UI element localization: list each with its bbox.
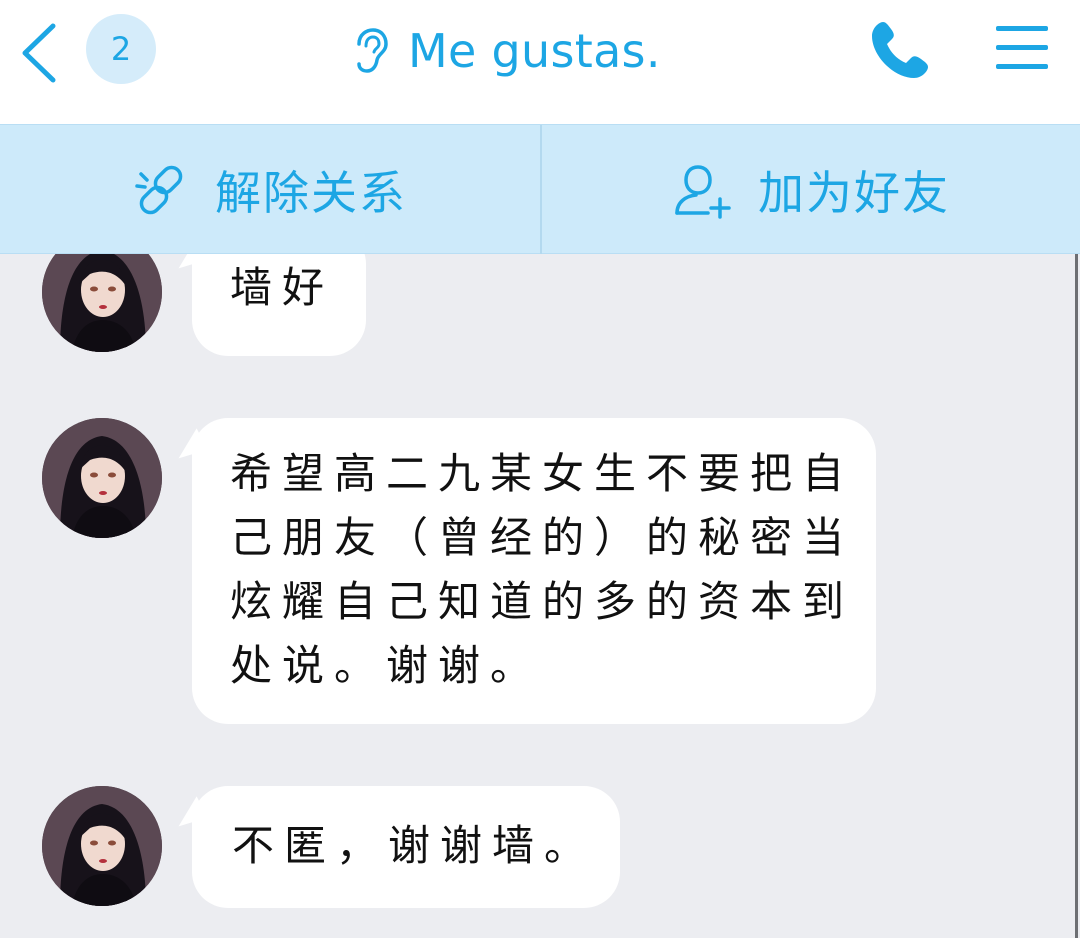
message-text: 不匿，谢谢墙。: [232, 821, 597, 870]
back-button[interactable]: [14, 18, 64, 88]
message-list[interactable]: 墙好 希望高二九某女生不要把自己朋友（曾经的）的秘密当炫耀自己知道的多的资本到处…: [0, 254, 1080, 938]
message-bubble[interactable]: 希望高二九某女生不要把自己朋友（曾经的）的秘密当炫耀自己知道的多的资本到处说。谢…: [192, 418, 876, 724]
call-button[interactable]: [866, 16, 936, 84]
broken-link-icon: [135, 165, 183, 215]
add-friend-button[interactable]: 加为好友: [540, 125, 1080, 255]
chat-title-text: Me gustas.: [408, 24, 661, 78]
sender-avatar[interactable]: [42, 418, 162, 538]
remove-relationship-label: 解除关系: [215, 166, 407, 220]
phone-icon: [872, 22, 928, 78]
chat-title[interactable]: Me gustas.: [350, 18, 661, 84]
hamburger-menu-icon: [996, 26, 1048, 69]
add-friend-icon: [675, 165, 731, 219]
ear-icon: [357, 28, 388, 73]
remove-relationship-button[interactable]: 解除关系: [0, 125, 540, 255]
message-bubble[interactable]: 不匿，谢谢墙。: [192, 786, 620, 908]
top-header: 2 Me gustas.: [0, 0, 1080, 124]
message-text: 墙好: [230, 263, 335, 312]
sender-avatar[interactable]: [42, 786, 162, 906]
chat-screen: 2 Me gustas. 解除关系 加为好友 墙好 希望高二九某女生不要把自己朋…: [0, 0, 1080, 938]
add-friend-label: 加为好友: [758, 166, 950, 220]
relationship-action-bar: 解除关系 加为好友: [0, 124, 1080, 255]
unread-count-badge[interactable]: 2: [86, 14, 156, 84]
avatar-image: [42, 418, 162, 538]
message-bubble[interactable]: 墙好: [192, 254, 366, 356]
chevron-left-icon: [22, 23, 56, 83]
sender-avatar[interactable]: [42, 254, 162, 352]
avatar-image: [42, 786, 162, 906]
message-text: 希望高二九某女生不要把自己朋友（曾经的）的秘密当炫耀自己知道的多的资本到处说。谢…: [230, 449, 855, 690]
menu-button[interactable]: [992, 20, 1052, 76]
scrollbar[interactable]: [1075, 254, 1078, 938]
avatar-image: [42, 254, 162, 352]
